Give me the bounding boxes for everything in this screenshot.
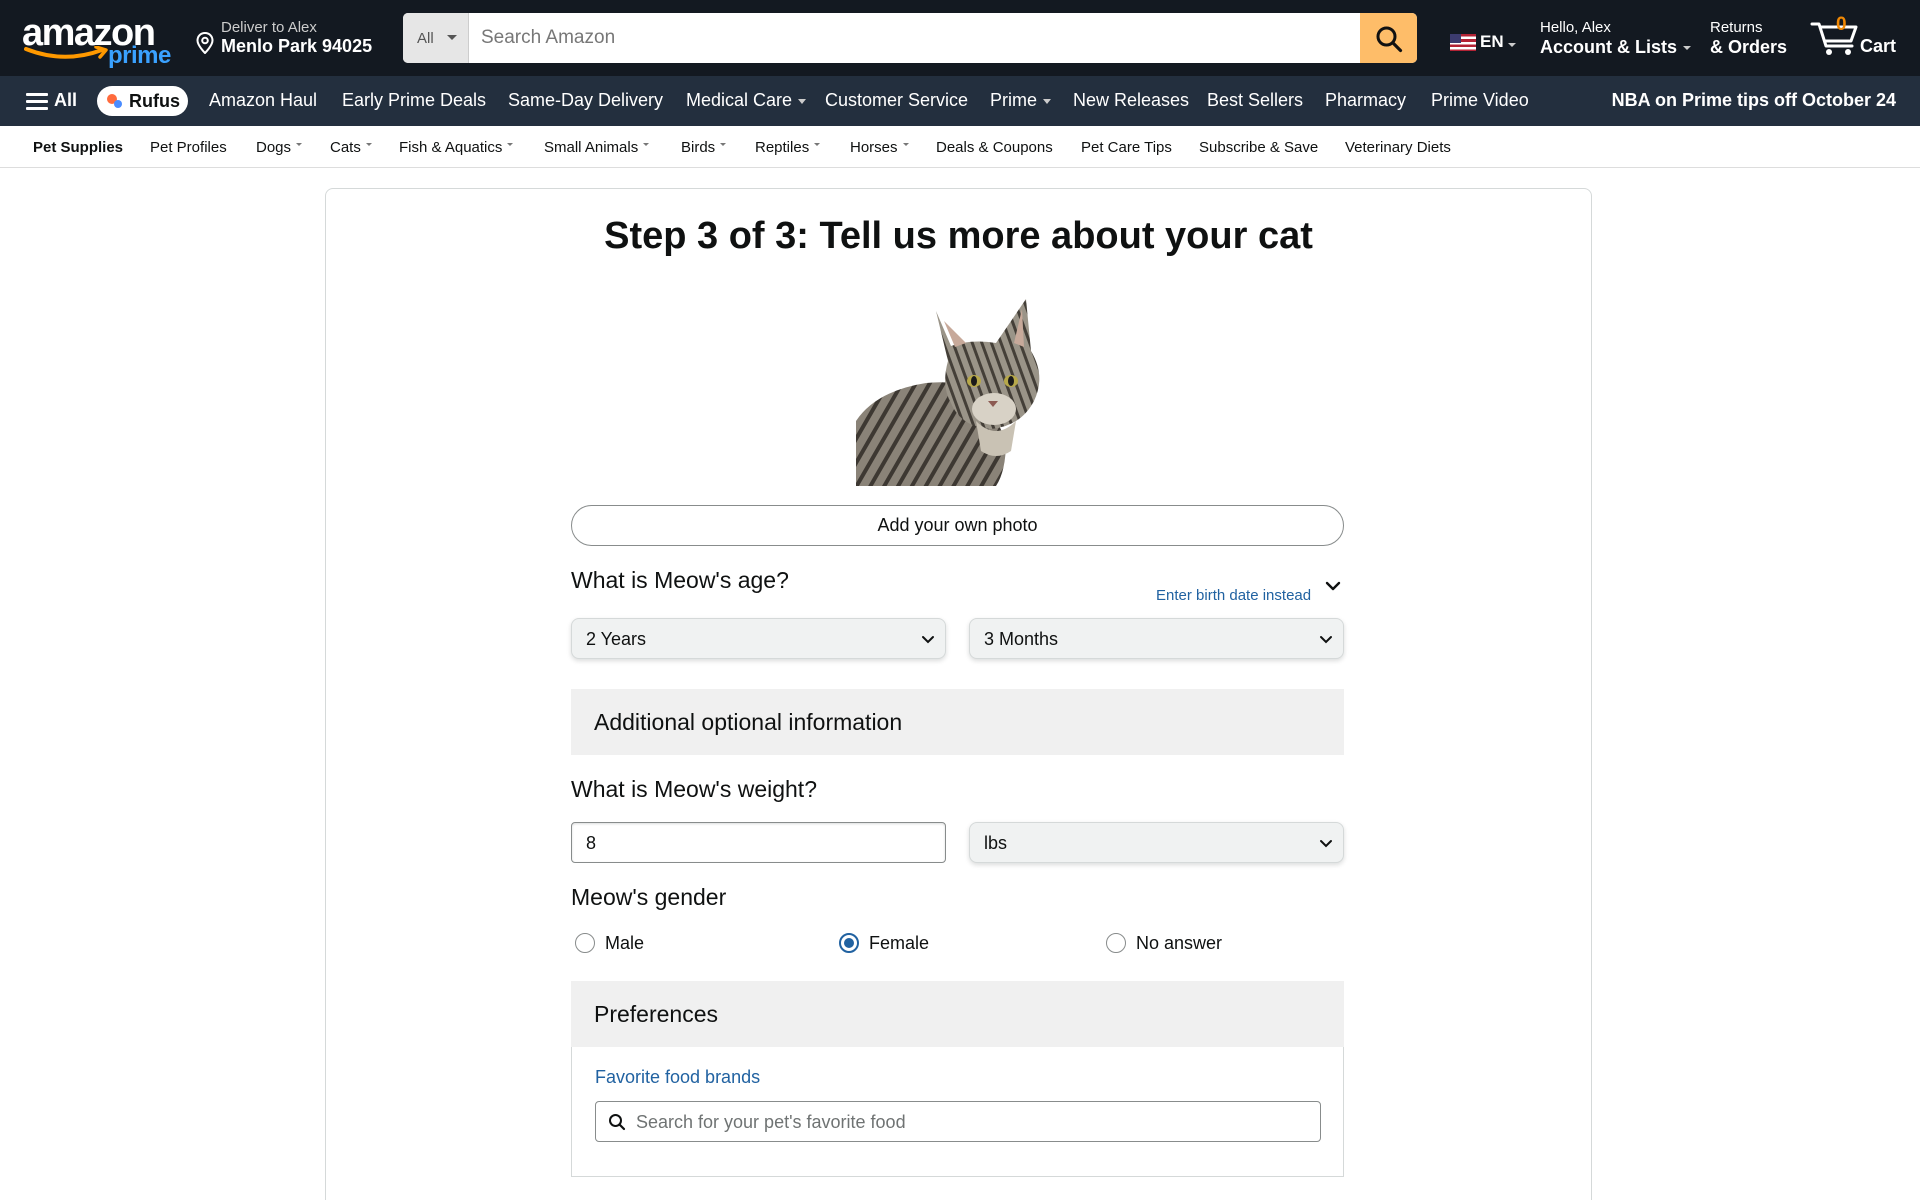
age-years-value: 2 Years xyxy=(586,629,647,649)
search-category-label: All xyxy=(417,30,434,47)
radio-circle-selected[interactable] xyxy=(839,933,859,953)
age-question: What is Meow's age? xyxy=(571,567,789,593)
chevron-down-icon xyxy=(1320,840,1332,848)
age-months-select[interactable]: 3 Months xyxy=(969,618,1344,659)
hamburger-menu-icon[interactable] xyxy=(26,93,48,110)
deliver-line1: Deliver to Alex xyxy=(221,19,317,36)
nav-item-new-releases[interactable]: New Releases xyxy=(1073,90,1189,111)
favorite-food-brands-link[interactable]: Favorite food brands xyxy=(595,1067,760,1088)
subnav-small-animals[interactable]: Small Animals xyxy=(544,139,649,156)
search-bar: All xyxy=(403,13,1417,63)
weight-value: 8 xyxy=(586,833,597,853)
nav-item-prime[interactable]: Prime xyxy=(990,90,1051,111)
rufus-button[interactable]: Rufus xyxy=(97,86,188,116)
enter-birth-date-link[interactable]: Enter birth date instead xyxy=(1156,587,1311,604)
subnav-horses[interactable]: Horses xyxy=(850,139,909,156)
returns-line2: & Orders xyxy=(1710,37,1788,57)
deliver-line2: Menlo Park 94025 xyxy=(221,36,373,56)
logo-smile-icon xyxy=(24,46,108,59)
chevron-down-icon xyxy=(1320,636,1332,644)
nba-promo-link[interactable]: NBA on Prime tips off October 24 xyxy=(1612,90,1896,111)
nav-item-pharmacy[interactable]: Pharmacy xyxy=(1325,90,1406,111)
account-label: Account & Lists xyxy=(1540,37,1692,58)
page-title: Step 3 of 3: Tell us more about your cat xyxy=(604,215,1313,257)
account-greeting: Hello, Alex xyxy=(1540,19,1611,36)
subnav-reptiles[interactable]: Reptiles xyxy=(755,139,820,156)
nav-item-same-day-delivery[interactable]: Same-Day Delivery xyxy=(508,90,663,111)
subnav-pet-care-tips[interactable]: Pet Care Tips xyxy=(1081,139,1172,156)
age-years-select[interactable]: 2 Years xyxy=(571,618,946,659)
logo-prime: prime xyxy=(108,42,171,69)
subnav-dogs[interactable]: Dogs xyxy=(256,139,302,156)
subnav-pet-profiles[interactable]: Pet Profiles xyxy=(150,139,227,156)
returns-line1: Returns xyxy=(1710,19,1763,36)
cat-photo xyxy=(856,299,1040,486)
favorite-food-placeholder: Search for your pet's favorite food xyxy=(636,1112,906,1132)
cart-button[interactable]: 0 Cart xyxy=(1808,14,1900,60)
search-submit-button[interactable] xyxy=(1360,13,1417,63)
weight-input[interactable]: 8 xyxy=(571,822,946,863)
pet-supplies-subnav: Pet Supplies Pet Profiles Dogs Cats Fish… xyxy=(0,126,1920,168)
top-nav-bar: amazon prime Deliver to Alex Menlo Park … xyxy=(0,0,1920,76)
chevron-down-icon[interactable] xyxy=(1324,577,1342,595)
subnav-subscribe-save[interactable]: Subscribe & Save xyxy=(1199,139,1318,156)
optional-info-section-header: Additional optional information xyxy=(571,689,1344,755)
nav-item-customer-service[interactable]: Customer Service xyxy=(825,90,968,111)
gender-question: Meow's gender xyxy=(571,884,727,910)
nav-item-medical-care[interactable]: Medical Care xyxy=(686,90,806,111)
subnav-cats[interactable]: Cats xyxy=(330,139,372,156)
nav-item-amazon-haul[interactable]: Amazon Haul xyxy=(209,90,317,111)
gender-label-no-answer: No answer xyxy=(1136,933,1223,953)
cart-label: Cart xyxy=(1860,36,1897,56)
subnav-fish-aquatics[interactable]: Fish & Aquatics xyxy=(399,139,513,156)
search-category-select[interactable]: All xyxy=(403,13,469,63)
subnav-deals-coupons[interactable]: Deals & Coupons xyxy=(936,139,1053,156)
radio-circle[interactable] xyxy=(1106,933,1126,953)
subnav-veterinary-diets[interactable]: Veterinary Diets xyxy=(1345,139,1451,156)
nav-item-prime-video[interactable]: Prime Video xyxy=(1431,90,1529,111)
rufus-logo-dot xyxy=(114,100,122,108)
preferences-section-header: Preferences xyxy=(571,981,1344,1047)
main-nav-bar: All Rufus Amazon Haul Early Prime Deals … xyxy=(0,76,1920,126)
nav-item-best-sellers[interactable]: Best Sellers xyxy=(1207,90,1303,111)
gender-label-male: Male xyxy=(605,933,645,953)
cart-icon xyxy=(1810,22,1858,55)
cart-count: 0 xyxy=(1836,14,1847,35)
subnav-birds[interactable]: Birds xyxy=(681,139,726,156)
all-menu-button[interactable]: All xyxy=(54,90,77,111)
preferences-panel: Favorite food brands Search for your pet… xyxy=(571,1047,1344,1177)
language-code: EN xyxy=(1480,32,1504,51)
preferences-title: Preferences xyxy=(594,1001,719,1027)
language-caret-icon xyxy=(1508,43,1516,47)
us-flag-icon xyxy=(1450,34,1476,51)
optional-info-title: Additional optional information xyxy=(594,709,903,735)
weight-unit-value: lbs xyxy=(984,833,1008,853)
returns-orders-link[interactable]: Returns & Orders xyxy=(1710,19,1787,58)
nav-item-early-prime-deals[interactable]: Early Prime Deals xyxy=(342,90,486,111)
search-icon xyxy=(1376,26,1403,53)
age-months-value: 3 Months xyxy=(984,629,1059,649)
search-input[interactable] xyxy=(469,13,1363,63)
category-caret-icon xyxy=(447,35,457,40)
add-photo-button[interactable]: Add your own photo xyxy=(571,505,1344,546)
weight-unit-select[interactable]: lbs xyxy=(969,822,1344,863)
rufus-label: Rufus xyxy=(129,91,180,111)
location-pin-icon xyxy=(196,32,214,54)
amazon-prime-logo[interactable]: amazon prime xyxy=(20,12,172,69)
subnav-pet-supplies[interactable]: Pet Supplies xyxy=(33,139,123,156)
favorite-food-search-input[interactable]: Search for your pet's favorite food xyxy=(595,1101,1321,1142)
account-label-text: Account & Lists xyxy=(1540,37,1678,57)
chevron-down-icon xyxy=(922,636,934,644)
gender-label-female: Female xyxy=(869,933,930,953)
pet-profile-card: Step 3 of 3: Tell us more about your cat xyxy=(325,188,1592,1200)
account-caret-icon xyxy=(1683,46,1692,51)
radio-circle[interactable] xyxy=(575,933,595,953)
account-lists-menu[interactable]: Hello, Alex Account & Lists xyxy=(1540,19,1692,58)
weight-question: What is Meow's weight? xyxy=(571,776,817,802)
search-icon xyxy=(609,1114,626,1131)
